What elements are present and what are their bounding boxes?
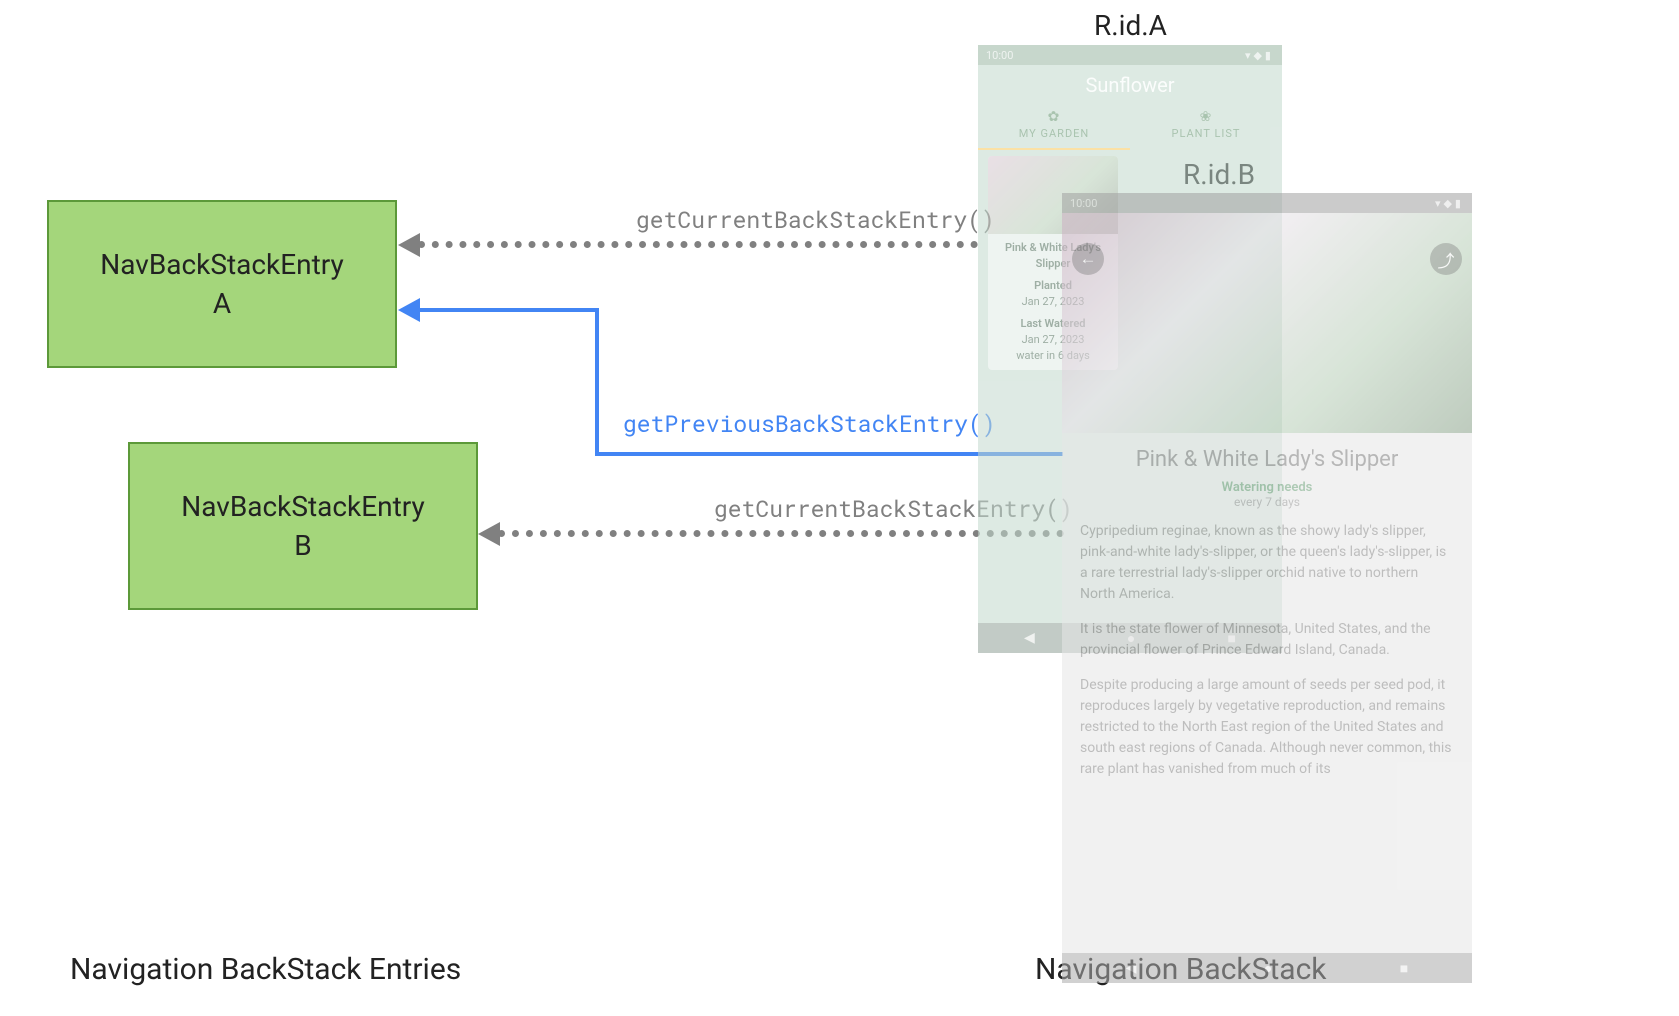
method-label-current-a: getCurrentBackStackEntry() <box>636 205 995 235</box>
nav-recent-icon[interactable]: ■ <box>1400 960 1408 977</box>
tab-my-garden[interactable]: ✿ MY GARDEN <box>978 103 1130 150</box>
nav-home-icon[interactable]: ● <box>1264 960 1272 977</box>
phone-b-paragraph-3: Despite producing a large amount of seed… <box>1080 675 1454 780</box>
phone-b-watering-value: every 7 days <box>1080 495 1454 509</box>
caption-entries: Navigation BackStack Entries <box>70 952 461 987</box>
phone-b-navbar: ◀ ● ■ <box>1062 953 1472 983</box>
arrowhead-current-a <box>398 233 420 257</box>
tab-my-garden-label: MY GARDEN <box>1019 127 1090 140</box>
arrowhead-previous <box>398 298 420 322</box>
share-button[interactable]: ⤴ <box>1430 243 1462 275</box>
connector-previous-h2 <box>418 308 598 312</box>
flower-icon: ✿ <box>978 109 1130 125</box>
nav-entry-b: NavBackStackEntry B <box>128 442 478 610</box>
phone-b-status-icons <box>1435 197 1464 210</box>
arrowhead-current-b <box>478 522 500 546</box>
phone-a-time: 10:00 <box>986 49 1013 62</box>
phone-b-statusbar: 10:00 <box>1062 193 1472 213</box>
connector-previous-v <box>595 308 599 456</box>
phone-b-hero-image: ← ⤴ <box>1062 213 1472 433</box>
nav-back-icon[interactable]: ◀ <box>1024 630 1035 646</box>
phone-b-time: 10:00 <box>1070 197 1097 210</box>
phone-b-watering-label: Watering needs <box>1080 480 1454 495</box>
nav-back-icon[interactable]: ◀ <box>1126 960 1137 976</box>
connector-current-a <box>418 241 978 248</box>
nav-entry-b-label: NavBackStackEntry B <box>181 487 424 565</box>
phone-a-tabs: ✿ MY GARDEN ❀ PLANT LIST <box>978 103 1282 150</box>
arrow-left-icon: ← <box>1080 249 1097 269</box>
phone-b-paragraph-1: Cypripedium reginae, known as the showy … <box>1080 521 1454 605</box>
phone-a-app-title: Sunflower <box>978 65 1282 103</box>
back-button[interactable]: ← <box>1072 243 1104 275</box>
phone-b-paragraph-2: It is the state flower of Minnesota, Uni… <box>1080 619 1454 661</box>
phone-mockup-b: 10:00 ← ⤴ Pink & White Lady's Slipper Wa… <box>1062 193 1472 983</box>
method-label-previous: getPreviousBackStackEntry() <box>623 409 996 439</box>
phone-b-content: Pink & White Lady's Slipper Watering nee… <box>1062 433 1472 808</box>
tab-plant-list-label: PLANT LIST <box>1172 127 1241 140</box>
nav-entry-a: NavBackStackEntry A <box>47 200 397 368</box>
leaf-icon: ❀ <box>1130 109 1282 125</box>
rid-a-label: R.id.A <box>1094 9 1167 42</box>
phone-a-status-icons <box>1245 49 1274 62</box>
phone-a-statusbar: 10:00 <box>978 45 1282 65</box>
nav-entry-a-label: NavBackStackEntry A <box>100 245 343 323</box>
share-icon: ⤴ <box>1438 247 1455 272</box>
phone-b-plant-title: Pink & White Lady's Slipper <box>1080 447 1454 472</box>
tab-plant-list[interactable]: ❀ PLANT LIST <box>1130 103 1282 150</box>
